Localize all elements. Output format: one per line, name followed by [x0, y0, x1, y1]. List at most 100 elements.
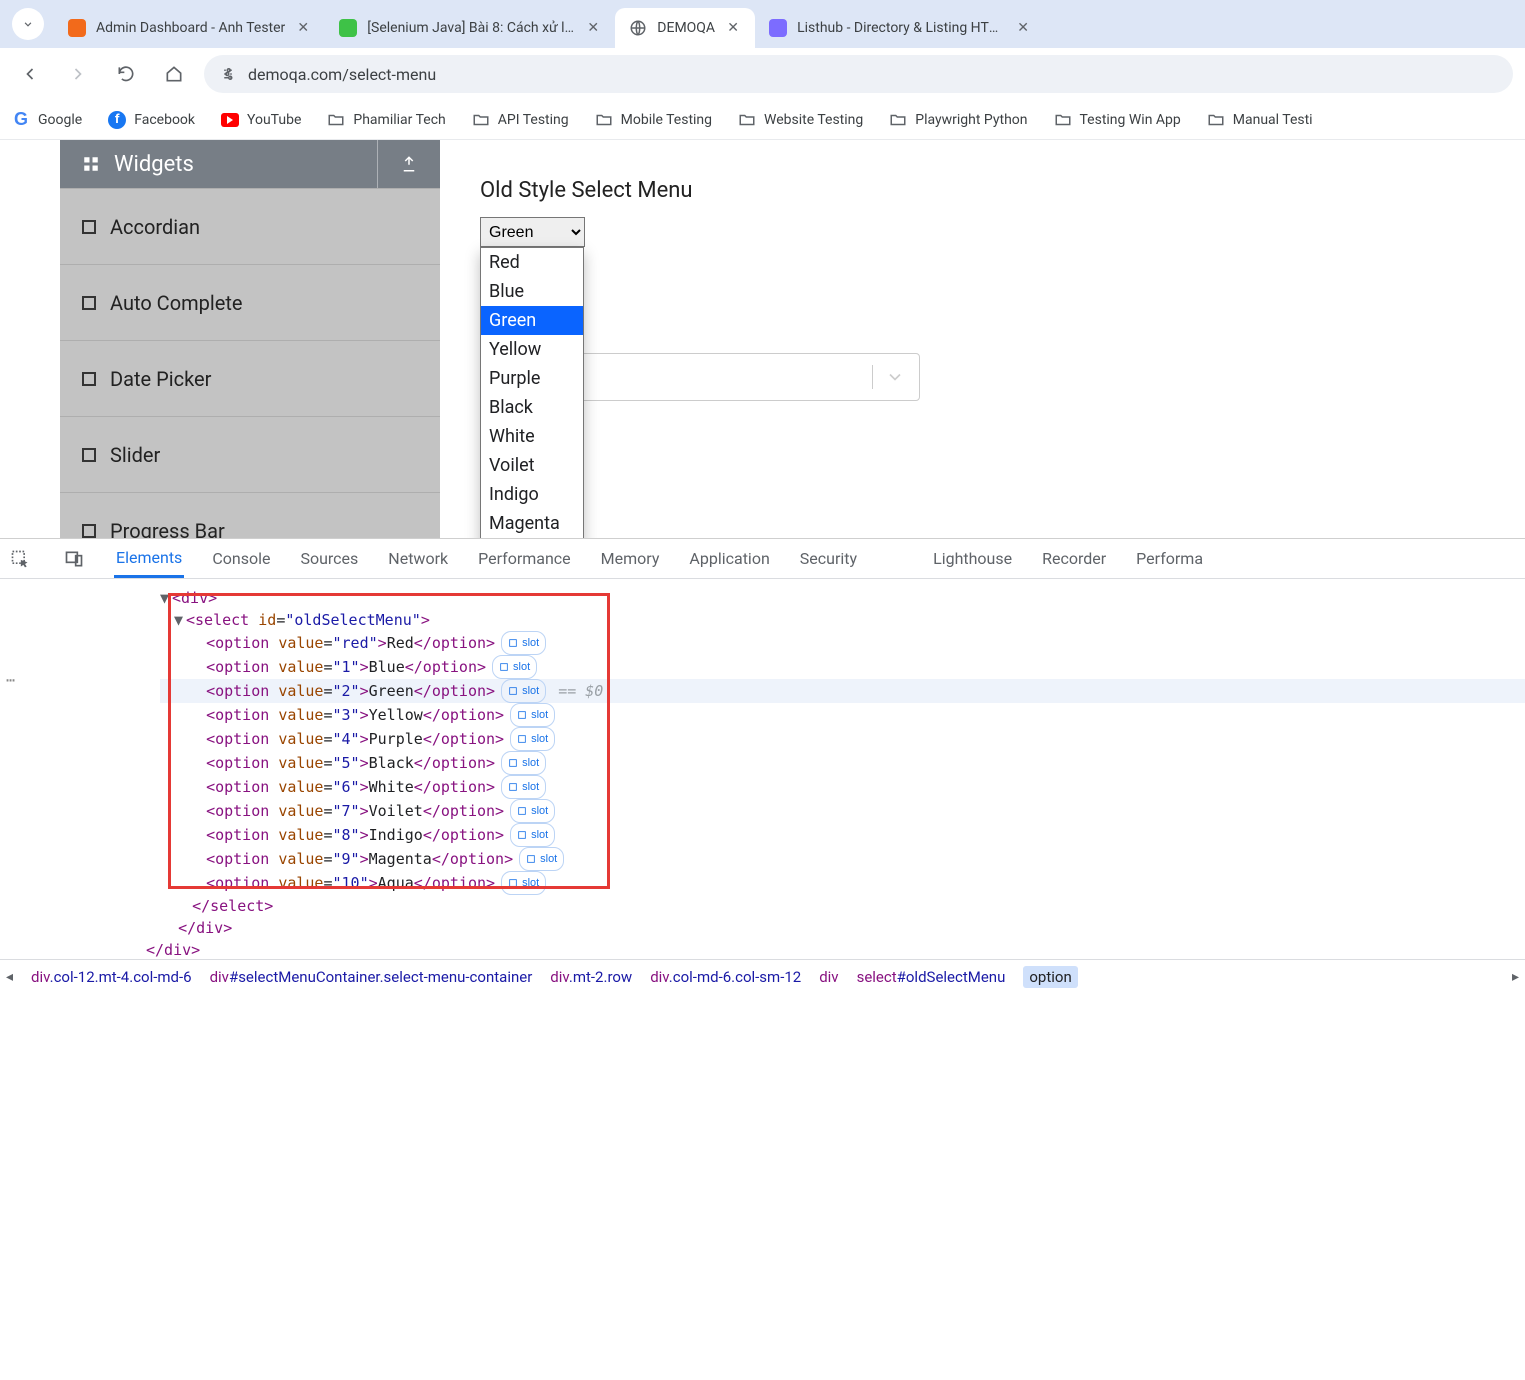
devtools-tab-elements[interactable]: Elements	[114, 540, 184, 578]
slot-badge[interactable]: slot	[510, 799, 555, 823]
device-toolbar-icon[interactable]	[60, 545, 88, 573]
devtools-breadcrumbs[interactable]: ◂ div.col-12.mt-4.col-md-6 div#selectMenu…	[0, 959, 1525, 993]
browser-tab-3[interactable]: Listhub - Directory & Listing HTML5 T ✕	[755, 8, 1045, 48]
export-icon[interactable]	[377, 140, 418, 188]
close-tab-icon[interactable]: ✕	[1015, 20, 1031, 36]
bookmark-manual testi[interactable]: Manual Testi	[1207, 111, 1313, 129]
bookmark-facebook[interactable]: f Facebook	[108, 111, 195, 129]
url-text: demoqa.com/select-menu	[248, 65, 436, 84]
bookmark-website testing[interactable]: Website Testing	[738, 111, 863, 129]
site-settings-icon[interactable]	[218, 64, 238, 84]
devtools-tab-security[interactable]: Security	[798, 541, 859, 576]
breadcrumb-0[interactable]: div.col-12.mt-4.col-md-6	[31, 968, 192, 986]
devtools-tab-network[interactable]: Network	[386, 541, 450, 576]
option-white[interactable]: White	[481, 422, 583, 451]
option-voilet[interactable]: Voilet	[481, 451, 583, 480]
sidebar-item-accordian[interactable]: Accordian	[60, 188, 440, 264]
browser-tab-0[interactable]: Admin Dashboard - Anh Tester ✕	[54, 8, 325, 48]
browser-tab-2[interactable]: DEMOQA ✕	[615, 8, 755, 48]
slot-badge[interactable]: slot	[510, 727, 555, 751]
close-tab-icon[interactable]: ✕	[295, 20, 311, 36]
breadcrumb-1[interactable]: div#selectMenuContainer.select-menu-cont…	[210, 968, 533, 986]
bookmark-testing win app[interactable]: Testing Win App	[1054, 111, 1181, 129]
folder-icon	[327, 111, 345, 129]
sidebar-header-widgets[interactable]: Widgets	[60, 140, 440, 188]
forward-button[interactable]	[60, 56, 96, 92]
bookmark-phamiliar tech[interactable]: Phamiliar Tech	[327, 111, 445, 129]
bookmark-google[interactable]: G Google	[12, 111, 82, 129]
bookmark-label: Website Testing	[764, 112, 863, 128]
slot-badge[interactable]: slot	[510, 823, 555, 847]
collapse-dots[interactable]: ⋯	[6, 671, 17, 689]
option-magenta[interactable]: Magenta	[481, 509, 583, 538]
reload-button[interactable]	[108, 56, 144, 92]
bookmark-youtube[interactable]: YouTube	[221, 111, 301, 129]
tab-favicon	[629, 19, 647, 37]
option-yellow[interactable]: Yellow	[481, 335, 583, 364]
sidebar-item-auto complete[interactable]: Auto Complete	[60, 264, 440, 340]
folder-icon	[1054, 111, 1072, 129]
crumb-scroll-left[interactable]: ◂	[6, 969, 13, 985]
slot-badge[interactable]: slot	[501, 631, 546, 655]
square-icon	[82, 524, 96, 538]
bookmark-api testing[interactable]: API Testing	[472, 111, 569, 129]
crumb-scroll-right[interactable]: ▸	[1512, 969, 1519, 985]
elements-tree[interactable]: ⋯ ▼<div>▼<select id="oldSelectMenu"> <op…	[0, 579, 1525, 959]
old-select-element[interactable]: Green	[480, 217, 585, 247]
square-icon	[82, 448, 96, 462]
close-tab-icon[interactable]: ✕	[725, 20, 741, 36]
devtools-tab-recorder[interactable]: Recorder	[1040, 541, 1108, 576]
multidropdown-heading: drop down	[480, 317, 1425, 341]
tab-title: Admin Dashboard - Anh Tester	[96, 20, 285, 36]
bookmark-label: Playwright Python	[915, 112, 1027, 128]
widgets-icon	[82, 155, 100, 173]
close-tab-icon[interactable]: ✕	[585, 20, 601, 36]
breadcrumb-6[interactable]: option	[1023, 966, 1077, 988]
slot-badge[interactable]: slot	[501, 751, 546, 775]
browser-tab-1[interactable]: [Selenium Java] Bài 8: Cách xử lý Drop ✕	[325, 8, 615, 48]
devtools-tab-application[interactable]: Application	[687, 541, 771, 576]
bookmark-label: API Testing	[498, 112, 569, 128]
devtools-tab-lighthouse[interactable]: Lighthouse	[931, 541, 1014, 576]
old-select-dropdown[interactable]: RedBlueGreenYellowPurpleBlackWhiteVoilet…	[480, 247, 584, 538]
devtools-tab-memory[interactable]: Memory	[599, 541, 662, 576]
slot-badge[interactable]: slot	[510, 703, 555, 727]
breadcrumb-3[interactable]: div.col-md-6.col-sm-12	[650, 968, 801, 986]
devtools-tabs: Elements Console Sources Network Performance…	[0, 539, 1525, 579]
breadcrumb-4[interactable]: div	[819, 968, 838, 986]
slot-badge[interactable]: slot	[519, 847, 564, 871]
option-red[interactable]: Red	[481, 248, 583, 277]
devtools-tab-console[interactable]: Console	[210, 541, 272, 576]
folder-icon	[472, 111, 490, 129]
square-icon	[82, 220, 96, 234]
slot-badge[interactable]: slot	[501, 775, 546, 799]
sidebar-item-progress bar[interactable]: Progress Bar	[60, 492, 440, 538]
option-indigo[interactable]: Indigo	[481, 480, 583, 509]
address-bar[interactable]: demoqa.com/select-menu	[204, 55, 1513, 93]
home-button[interactable]	[156, 56, 192, 92]
tabs-overflow-button[interactable]	[12, 8, 44, 40]
devtools-tab-performance[interactable]: Performance	[476, 541, 573, 576]
option-green[interactable]: Green	[481, 306, 583, 335]
inspect-element-icon[interactable]	[6, 545, 34, 573]
square-icon	[82, 296, 96, 310]
bookmark-playwright python[interactable]: Playwright Python	[889, 111, 1027, 129]
option-purple[interactable]: Purple	[481, 364, 583, 393]
slot-badge[interactable]: slot	[501, 679, 546, 703]
sidebar-item-slider[interactable]: Slider	[60, 416, 440, 492]
old-select-menu[interactable]: Green RedBlueGreenYellowPurpleBlackWhite…	[480, 217, 585, 247]
bookmark-label: Manual Testi	[1233, 112, 1313, 128]
sidebar-item-date picker[interactable]: Date Picker	[60, 340, 440, 416]
sidebar-item-label: Slider	[110, 443, 160, 467]
option-black[interactable]: Black	[481, 393, 583, 422]
back-button[interactable]	[12, 56, 48, 92]
breadcrumb-2[interactable]: div.mt-2.row	[550, 968, 632, 986]
breadcrumb-5[interactable]: select#oldSelectMenu	[857, 968, 1006, 986]
slot-badge[interactable]: slot	[501, 871, 546, 895]
slot-badge[interactable]: slot	[492, 655, 537, 679]
devtools-tab-sources[interactable]: Sources	[298, 541, 360, 576]
option-blue[interactable]: Blue	[481, 277, 583, 306]
browser-toolbar: demoqa.com/select-menu	[0, 48, 1525, 100]
devtools-tab-performa[interactable]: Performa	[1134, 541, 1205, 576]
bookmark-mobile testing[interactable]: Mobile Testing	[595, 111, 712, 129]
